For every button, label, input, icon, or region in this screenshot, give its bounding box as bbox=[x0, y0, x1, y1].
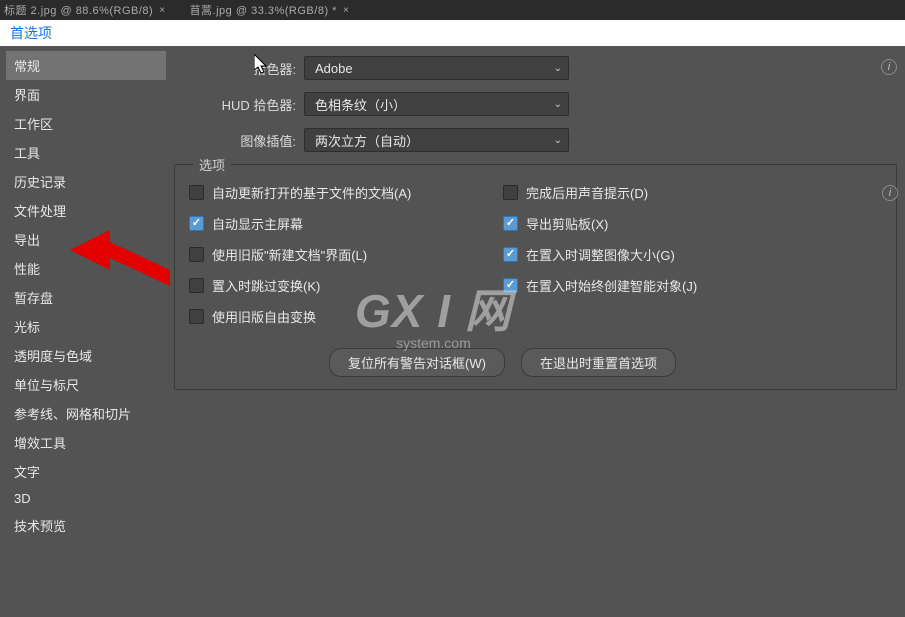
sidebar-item-units[interactable]: 单位与标尺 bbox=[6, 370, 166, 399]
document-tab-1[interactable]: 标题 2.jpg @ 88.6%(RGB/8) × bbox=[4, 2, 166, 18]
sidebar-item-3d[interactable]: 3D bbox=[6, 486, 166, 511]
preferences-main: 拾色器: Adobe ⌄ i HUD 拾色器: 色相条纹（小） ⌄ 图像插值: … bbox=[172, 46, 905, 617]
reset-warnings-button[interactable]: 复位所有警告对话框(W) bbox=[329, 348, 505, 377]
hud-picker-value: 色相条纹（小） bbox=[315, 95, 406, 114]
checkbox-icon bbox=[189, 247, 204, 262]
checkbox-show-home-label: 自动显示主屏幕 bbox=[212, 214, 303, 233]
document-tab-2-label: 苜蒿.jpg @ 33.3%(RGB/8) * bbox=[190, 2, 337, 18]
checkbox-legacy-new[interactable]: 使用旧版"新建文档"界面(L) bbox=[189, 245, 499, 264]
checkbox-resize-place[interactable]: 在置入时调整图像大小(G) bbox=[503, 245, 888, 264]
document-tab-1-label: 标题 2.jpg @ 88.6%(RGB/8) bbox=[4, 2, 153, 18]
color-picker-value: Adobe bbox=[315, 61, 353, 76]
checkbox-skip-transform[interactable]: 置入时跳过变换(K) bbox=[189, 276, 499, 295]
hud-picker-label: HUD 拾色器: bbox=[174, 95, 304, 114]
checkbox-legacy-new-label: 使用旧版"新建文档"界面(L) bbox=[212, 245, 367, 264]
checkbox-auto-update[interactable]: 自动更新打开的基于文件的文档(A) bbox=[189, 183, 499, 202]
sidebar-item-history[interactable]: 历史记录 bbox=[6, 167, 166, 196]
checkbox-icon bbox=[503, 185, 518, 200]
checkbox-smart-obj[interactable]: 在置入时始终创建智能对象(J) bbox=[503, 276, 888, 295]
hud-picker-select[interactable]: 色相条纹（小） ⌄ bbox=[304, 92, 569, 116]
checkbox-legacy-free-label: 使用旧版自由变换 bbox=[212, 307, 316, 326]
sidebar-item-performance[interactable]: 性能 bbox=[6, 254, 166, 283]
checkbox-skip-transform-label: 置入时跳过变换(K) bbox=[212, 276, 320, 295]
checkbox-beep-done-label: 完成后用声音提示(D) bbox=[526, 183, 648, 202]
sidebar-item-interface[interactable]: 界面 bbox=[6, 80, 166, 109]
checkbox-checked-icon bbox=[503, 216, 518, 231]
document-tabs-bar: 标题 2.jpg @ 88.6%(RGB/8) × 苜蒿.jpg @ 33.3%… bbox=[0, 0, 905, 20]
image-interp-row: 图像插值: 两次立方（自动） ⌄ bbox=[174, 128, 897, 152]
image-interp-select[interactable]: 两次立方（自动） ⌄ bbox=[304, 128, 569, 152]
options-button-row: 复位所有警告对话框(W) 在退出时重置首选项 bbox=[329, 348, 888, 377]
sidebar-item-scratch-disks[interactable]: 暂存盘 bbox=[6, 283, 166, 312]
options-grid: 自动更新打开的基于文件的文档(A) 完成后用声音提示(D) 自动显示主屏幕 导出… bbox=[189, 183, 888, 326]
options-legend: 选项 bbox=[193, 155, 231, 174]
hud-picker-row: HUD 拾色器: 色相条纹（小） ⌄ bbox=[174, 92, 897, 116]
dialog-body: 常规 界面 工作区 工具 历史记录 文件处理 导出 性能 暂存盘 光标 透明度与… bbox=[0, 46, 905, 617]
sidebar-item-export[interactable]: 导出 bbox=[6, 225, 166, 254]
info-icon[interactable]: i bbox=[882, 185, 898, 201]
sidebar-item-tech-preview[interactable]: 技术预览 bbox=[6, 511, 166, 540]
sidebar-item-general[interactable]: 常规 bbox=[6, 51, 166, 80]
options-fieldset: 选项 i 自动更新打开的基于文件的文档(A) 完成后用声音提示(D) 自动显示主… bbox=[174, 164, 897, 390]
color-picker-select[interactable]: Adobe ⌄ bbox=[304, 56, 569, 80]
image-interp-value: 两次立方（自动） bbox=[315, 131, 419, 150]
sidebar-item-tools[interactable]: 工具 bbox=[6, 138, 166, 167]
chevron-down-icon: ⌄ bbox=[554, 135, 562, 146]
sidebar-item-plugins[interactable]: 增效工具 bbox=[6, 428, 166, 457]
sidebar-item-cursors[interactable]: 光标 bbox=[6, 312, 166, 341]
image-interp-label: 图像插值: bbox=[174, 131, 304, 150]
info-icon[interactable]: i bbox=[881, 59, 897, 75]
checkbox-icon bbox=[189, 278, 204, 293]
checkbox-show-home[interactable]: 自动显示主屏幕 bbox=[189, 214, 499, 233]
color-picker-row: 拾色器: Adobe ⌄ i bbox=[174, 56, 897, 80]
sidebar-item-workspace[interactable]: 工作区 bbox=[6, 109, 166, 138]
dialog-title-text: 首选项 bbox=[10, 23, 52, 43]
checkbox-smart-obj-label: 在置入时始终创建智能对象(J) bbox=[526, 276, 697, 295]
close-icon[interactable]: × bbox=[343, 5, 349, 16]
checkbox-beep-done[interactable]: 完成后用声音提示(D) bbox=[503, 183, 888, 202]
checkbox-icon bbox=[189, 309, 204, 324]
checkbox-resize-place-label: 在置入时调整图像大小(G) bbox=[526, 245, 675, 264]
sidebar-item-type[interactable]: 文字 bbox=[6, 457, 166, 486]
close-icon[interactable]: × bbox=[159, 5, 165, 16]
checkbox-checked-icon bbox=[503, 278, 518, 293]
checkbox-export-clip-label: 导出剪贴板(X) bbox=[526, 214, 608, 233]
sidebar-item-guides[interactable]: 参考线、网格和切片 bbox=[6, 399, 166, 428]
reset-on-quit-button[interactable]: 在退出时重置首选项 bbox=[521, 348, 676, 377]
checkbox-legacy-free[interactable]: 使用旧版自由变换 bbox=[189, 307, 499, 326]
preferences-sidebar: 常规 界面 工作区 工具 历史记录 文件处理 导出 性能 暂存盘 光标 透明度与… bbox=[0, 46, 172, 617]
checkbox-checked-icon bbox=[189, 216, 204, 231]
chevron-down-icon: ⌄ bbox=[554, 63, 562, 74]
sidebar-item-transparency[interactable]: 透明度与色域 bbox=[6, 341, 166, 370]
dialog-title-bar: 首选项 bbox=[0, 20, 905, 46]
checkbox-checked-icon bbox=[503, 247, 518, 262]
checkbox-auto-update-label: 自动更新打开的基于文件的文档(A) bbox=[212, 183, 411, 202]
checkbox-icon bbox=[189, 185, 204, 200]
chevron-down-icon: ⌄ bbox=[554, 99, 562, 110]
color-picker-label: 拾色器: bbox=[174, 59, 304, 78]
document-tab-2[interactable]: 苜蒿.jpg @ 33.3%(RGB/8) * × bbox=[190, 2, 350, 18]
checkbox-export-clip[interactable]: 导出剪贴板(X) bbox=[503, 214, 888, 233]
sidebar-item-file-handling[interactable]: 文件处理 bbox=[6, 196, 166, 225]
